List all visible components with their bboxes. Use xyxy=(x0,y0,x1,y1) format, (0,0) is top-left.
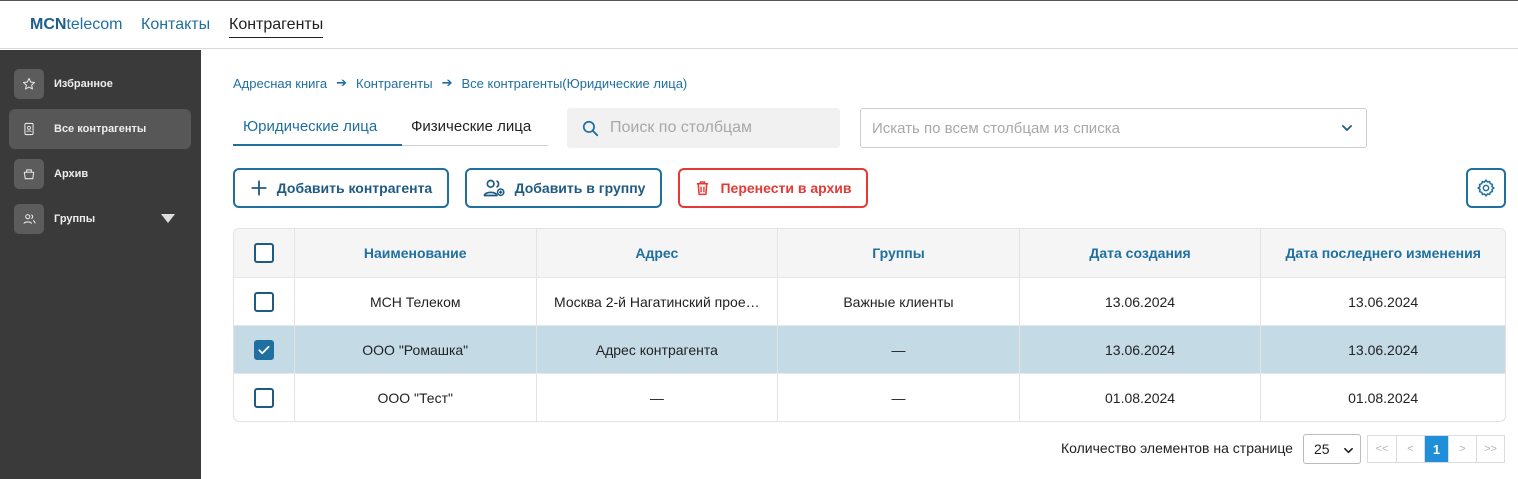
chevron-down-icon xyxy=(1344,447,1353,454)
cell-name: ООО "Ромашка" xyxy=(293,326,536,373)
column-header-groups[interactable]: Группы xyxy=(777,229,1019,277)
sidebar-item-groups[interactable]: Группы xyxy=(9,199,191,239)
cell-modified: 13.06.2024 xyxy=(1260,326,1505,373)
cell-address: Москва 2-й Нагатинский прое… xyxy=(535,278,778,325)
cell-modified: 13.06.2024 xyxy=(1260,278,1505,325)
checkmark-icon xyxy=(258,345,270,354)
table-row[interactable]: ООО "Ромашка" Адрес контрагента — 13.06.… xyxy=(234,325,1505,373)
cell-name: ООО "Тест" xyxy=(293,374,536,421)
next-page-button[interactable]: > xyxy=(1448,436,1476,462)
column-header-created[interactable]: Дата создания xyxy=(1018,229,1261,277)
column-filter-placeholder: Искать по всем столбцам из списка xyxy=(872,119,1120,137)
row-checkbox[interactable] xyxy=(253,387,274,408)
column-header-name[interactable]: Наименование xyxy=(293,229,536,277)
table-settings-button[interactable] xyxy=(1466,168,1506,208)
pagination: << < 1 > >> xyxy=(1367,435,1505,463)
plus-icon xyxy=(251,180,267,196)
breadcrumb-counterparties[interactable]: Контрагенты xyxy=(356,76,433,91)
top-navbar: MCNtelecom Контакты Контрагенты xyxy=(0,0,1518,49)
page-size-select[interactable]: 25 xyxy=(1303,434,1361,464)
search-icon xyxy=(581,119,600,138)
cell-name: МСН Телеком xyxy=(293,278,536,325)
table-row[interactable]: ООО "Тест" — — 01.08.2024 01.08.2024 xyxy=(234,373,1505,421)
cell-created: 13.06.2024 xyxy=(1018,326,1261,373)
counterparties-table: Наименование Адрес Группы Дата создания … xyxy=(233,228,1506,422)
add-counterparty-button[interactable]: Добавить контрагента xyxy=(233,168,449,208)
gear-icon xyxy=(1477,179,1495,197)
table-header-row: Наименование Адрес Группы Дата создания … xyxy=(234,229,1505,277)
arrow-right-icon: ➔ xyxy=(441,75,453,90)
breadcrumb-address-book[interactable]: Адресная книга xyxy=(233,76,327,91)
table-row[interactable]: МСН Телеком Москва 2-й Нагатинский прое…… xyxy=(234,277,1505,325)
page-size-value: 25 xyxy=(1314,441,1330,457)
cell-created: 13.06.2024 xyxy=(1018,278,1261,325)
sidebar: Избранное Все контрагенты Архив Группы xyxy=(0,50,201,479)
sidebar-item-favorites[interactable]: Избранное xyxy=(9,64,191,104)
nav-link-counterparties[interactable]: Контрагенты xyxy=(229,16,324,38)
row-select-cell xyxy=(234,326,294,373)
sidebar-item-label: Группы xyxy=(54,213,96,225)
tab-individuals[interactable]: Физические лица xyxy=(411,118,531,146)
column-filter-select[interactable]: Искать по всем столбцам из списка xyxy=(860,108,1367,148)
trash-icon xyxy=(697,181,709,196)
move-to-archive-button[interactable]: Перенести в архив xyxy=(678,168,868,208)
search-input[interactable] xyxy=(610,119,830,137)
first-page-button[interactable]: << xyxy=(1368,436,1396,462)
sidebar-item-archive[interactable]: Архив xyxy=(9,154,191,194)
breadcrumb: Адресная книга ➔ Контрагенты ➔ Все контр… xyxy=(233,75,687,91)
cell-groups: — xyxy=(777,326,1019,373)
nav-link-contacts[interactable]: Контакты xyxy=(141,16,210,34)
sidebar-item-label: Избранное xyxy=(54,78,113,90)
cell-address: — xyxy=(535,374,778,421)
sidebar-item-label: Архив xyxy=(54,168,89,180)
add-counterparty-label: Добавить контрагента xyxy=(276,180,433,196)
add-to-group-label: Добавить в группу xyxy=(514,180,646,196)
prev-page-button[interactable]: < xyxy=(1396,436,1424,462)
column-header-modified[interactable]: Дата последнего изменения xyxy=(1260,229,1505,277)
mcn-telecom-logo[interactable]: MCNtelecom xyxy=(30,16,122,34)
add-to-group-button[interactable]: Добавить в группу xyxy=(465,168,662,208)
page-button-current[interactable]: 1 xyxy=(1424,436,1448,462)
row-select-cell xyxy=(234,278,294,325)
cell-address: Адрес контрагента xyxy=(535,326,778,373)
add-user-group-icon xyxy=(483,179,505,197)
page-size-label: Количество элементов на странице xyxy=(1061,440,1293,456)
star-icon xyxy=(14,69,44,99)
cell-modified: 01.08.2024 xyxy=(1260,374,1505,421)
people-icon xyxy=(14,204,44,234)
move-to-archive-label: Перенести в архив xyxy=(720,180,852,196)
contact-card-icon xyxy=(14,114,44,144)
select-all-checkbox[interactable] xyxy=(253,243,274,263)
chevron-down-icon xyxy=(1340,121,1354,140)
sidebar-item-all-counterparties[interactable]: Все контрагенты xyxy=(9,109,191,149)
row-checkbox[interactable] xyxy=(253,339,274,360)
select-all-cell xyxy=(234,229,294,277)
cell-groups: — xyxy=(777,374,1019,421)
cell-created: 01.08.2024 xyxy=(1018,374,1261,421)
cell-groups: Важные клиенты xyxy=(777,278,1019,325)
search-field xyxy=(567,108,840,148)
caret-down-icon[interactable] xyxy=(161,214,175,223)
breadcrumb-current[interactable]: Все контрагенты(Юридические лица) xyxy=(461,76,687,91)
sidebar-item-label: Все контрагенты xyxy=(54,123,147,135)
last-page-button[interactable]: >> xyxy=(1476,436,1504,462)
arrow-right-icon: ➔ xyxy=(336,75,347,90)
row-checkbox[interactable] xyxy=(253,291,274,312)
row-select-cell xyxy=(234,374,294,421)
column-header-address[interactable]: Адрес xyxy=(535,229,778,277)
archive-box-icon xyxy=(14,159,44,189)
tab-legal-entities[interactable]: Юридические лица xyxy=(233,118,402,146)
